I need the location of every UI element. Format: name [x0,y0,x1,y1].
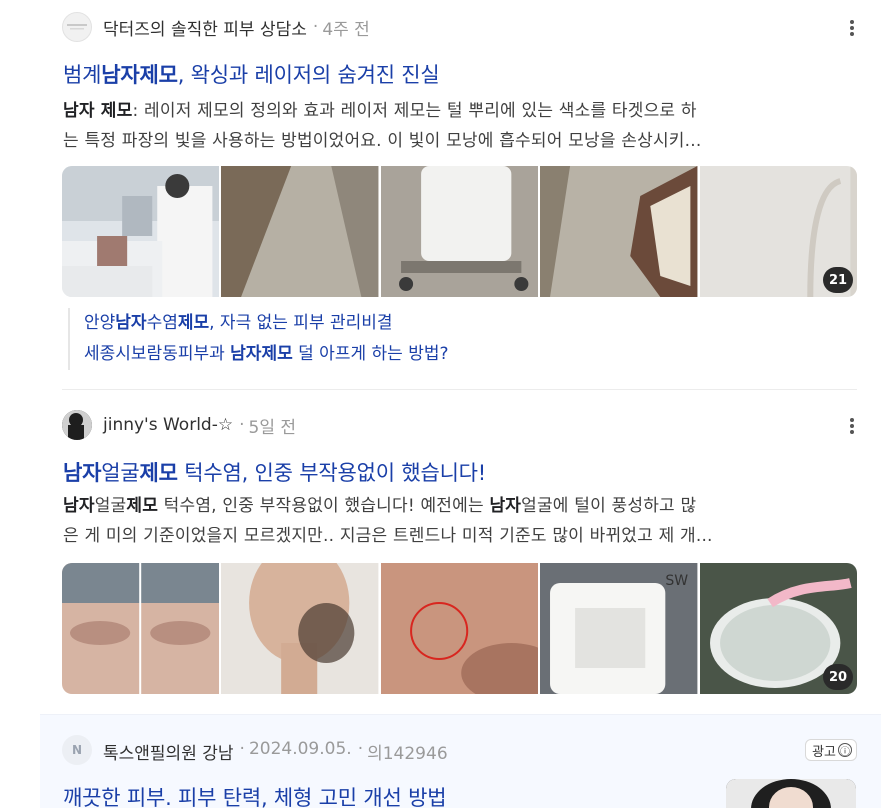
thumbnail-cosmetic-jar[interactable]: SW [540,563,698,694]
thumbnail-treatment-bed[interactable] [540,166,698,297]
post-source-row: jinny's World-☆ · 5일 전 [62,410,296,440]
separator-dot: · [357,739,364,759]
ad-date: 2024.09.05. [248,739,352,759]
svg-text:SW: SW [666,573,689,589]
thumbnail-laser-device[interactable] [380,166,539,297]
ad-label: 광고 [812,744,836,760]
thumbnail-face-closeup[interactable] [62,563,220,694]
post-title-link[interactable]: 범계남자제모, 왁싱과 레이저의 숨겨진 진실 [63,59,440,89]
post-date: 5일 전 [248,417,297,438]
ad-avatar[interactable]: N [62,735,92,765]
related-link[interactable]: 세종시보람동피부과 남자제모 덜 아프게 하는 방법? [84,339,449,370]
result-divider [62,389,857,390]
related-links: 안양남자수염제모, 자극 없는 피부 관리비결 세종시보람동피부과 남자제모 덜… [68,308,449,370]
image-count-badge: 20 [822,664,854,690]
related-link[interactable]: 안양남자수염제모, 자극 없는 피부 관리비결 [84,308,449,339]
blog-name[interactable]: jinny's World-☆ [103,415,233,435]
blog-avatar[interactable] [62,410,92,440]
thumbnail-clinic-photo[interactable] [62,166,220,297]
post-image-gallery: 21 [62,166,857,297]
post-source-row: 닥터즈의 솔직한 피부 상담소 · 4주 전 [62,12,370,42]
image-count-badge: 21 [822,267,854,293]
ad-source-name[interactable]: 톡스앤필의원 강남 [103,739,234,764]
thumbnail-gel-product[interactable]: 20 [699,563,857,694]
more-options-icon[interactable] [847,416,857,436]
thumbnail-room-floor[interactable] [221,166,379,297]
separator-dot: · [312,17,319,37]
separator-dot: · [239,415,245,435]
thumbnail-beard-comparison[interactable] [221,563,379,694]
ad-title-link[interactable]: 깨끗한 피부. 피부 탄력, 체형 고민 개선 방법 [63,782,447,808]
post-date: 4주 전 [322,19,370,40]
post-image-gallery: SW 20 [62,563,857,694]
sponsored-result: N 톡스앤필의원 강남 · 2024.09.05. · 의142946 광고 ⓘ… [40,714,881,808]
ad-source-row: N 톡스앤필의원 강남 · 2024.09.05. · 의142946 광고 ⓘ [62,735,857,765]
thumbnail-skin-mark[interactable] [380,563,539,694]
post-snippet: 남자얼굴제모 턱수염, 인중 부작용없이 했습니다! 예전에는 남자얼굴에 털이… [63,496,713,546]
ad-views: 의142946 [367,744,448,764]
post-title-link[interactable]: 남자얼굴제모 턱수염, 인중 부작용없이 했습니다! [63,457,486,487]
info-icon: ⓘ [838,743,852,758]
thumbnail-wall-device[interactable]: 21 [699,166,857,297]
post-snippet: 남자 제모: 레이저 제모의 정의와 효과 레이저 제모는 털 뿌리에 있는 색… [63,101,702,151]
more-options-icon[interactable] [847,18,857,38]
blog-avatar[interactable] [62,12,92,42]
ad-thumbnail[interactable] [726,779,856,808]
blog-name[interactable]: 닥터즈의 솔직한 피부 상담소 [103,15,307,40]
ad-badge[interactable]: 광고 ⓘ [805,739,857,761]
separator-dot: · [239,739,245,759]
